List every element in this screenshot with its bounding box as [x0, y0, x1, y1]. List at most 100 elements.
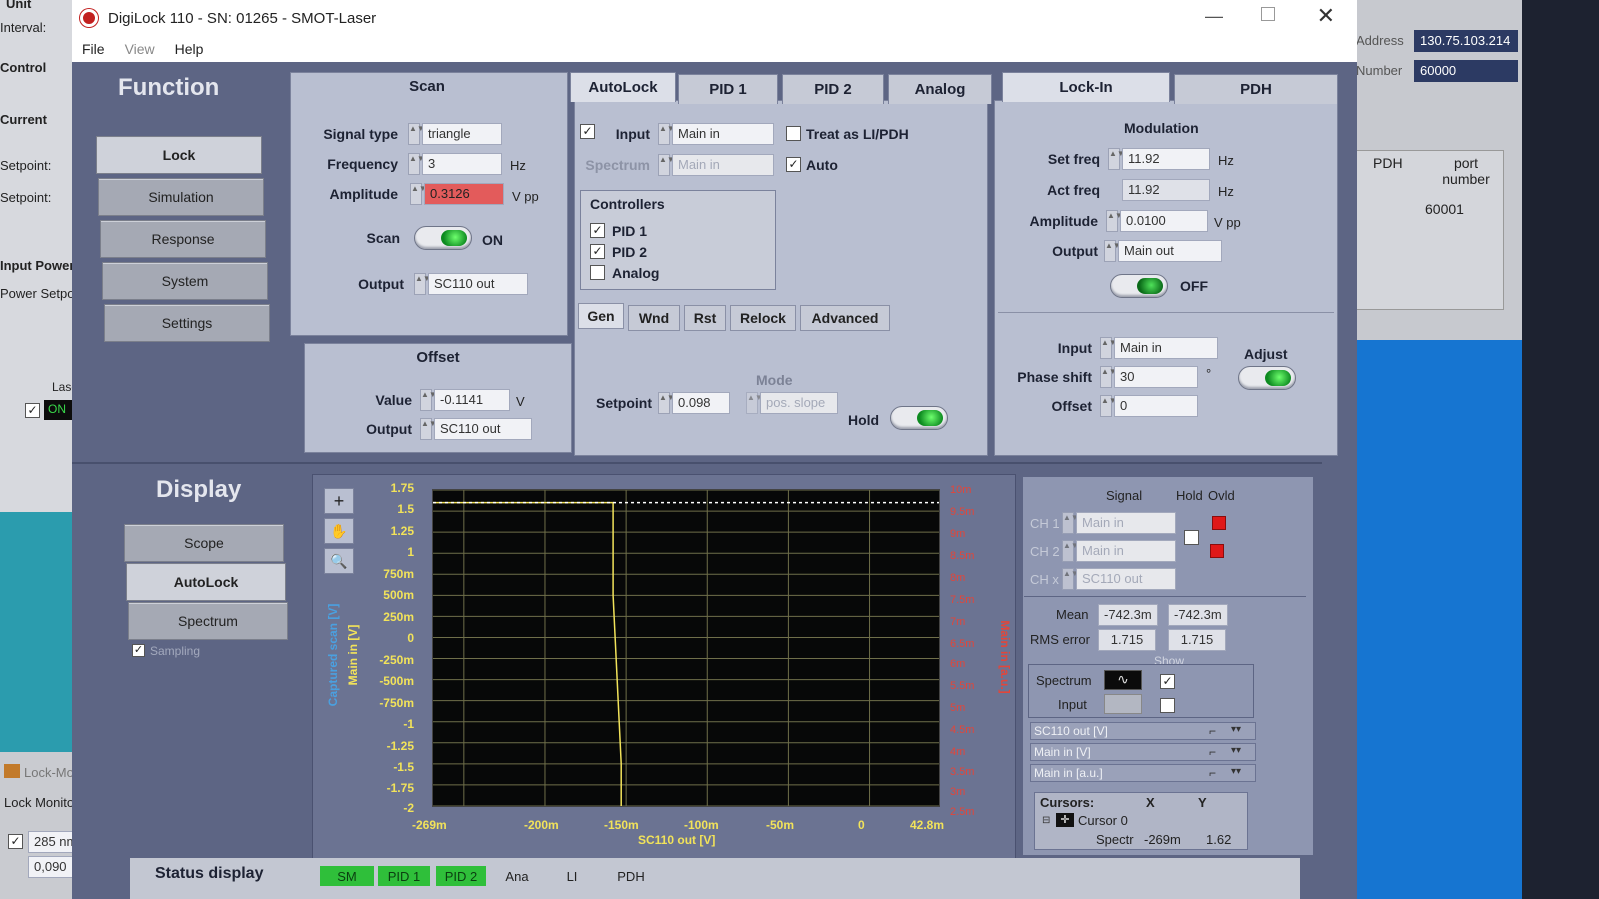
function-system-button[interactable]: System [102, 262, 268, 300]
adjust-toggle[interactable] [1238, 366, 1296, 390]
scan-toggle[interactable] [414, 226, 472, 250]
set-freq-field[interactable]: 11.92 [1122, 148, 1210, 170]
sampling-checkbox[interactable]: ✓ [132, 644, 145, 657]
display-spectrum-button[interactable]: Spectrum [128, 602, 288, 640]
treat-as-li-pdh-checkbox[interactable] [786, 126, 801, 141]
spectrum-spinner[interactable]: ▲▼ [658, 154, 675, 176]
subtab-gen[interactable]: Gen [578, 303, 624, 329]
tab-lock-in[interactable]: Lock-In [1002, 72, 1170, 102]
function-simulation-button[interactable]: Simulation [98, 178, 264, 216]
subtab-relock[interactable]: Relock [730, 305, 796, 331]
setpoint-field[interactable]: 0.098 [672, 392, 730, 414]
set-freq-spinner[interactable]: ▲▼ [1108, 148, 1125, 170]
menu-view[interactable]: View [125, 41, 155, 57]
phase-shift-field[interactable]: 30 [1114, 366, 1198, 388]
trace-row[interactable]: SC110 out [V] ⌐ ▾▾ [1030, 722, 1256, 740]
phase-shift-label: Phase shift [1017, 369, 1092, 385]
setpoint-spinner[interactable]: ▲▼ [658, 392, 675, 414]
signal-type-spinner[interactable]: ▲▼ [408, 123, 425, 145]
spectrum-plot-icon: ∿ [1104, 670, 1142, 690]
status-pid-1: PID 1 [378, 866, 430, 886]
x-tick-label: -100m [684, 818, 719, 832]
frequency-field[interactable]: 3 [422, 153, 502, 175]
zoom-magnifier-tool[interactable]: 🔍 [324, 548, 354, 574]
bg-number-field[interactable]: 60000 [1414, 60, 1518, 82]
tab-pid-1[interactable]: PID 1 [678, 74, 778, 104]
amplitude-field[interactable]: 0.3126 [424, 183, 504, 205]
lockin-amplitude-spinner[interactable]: ▲▼ [1106, 210, 1123, 232]
lockin-input-spinner[interactable]: ▲▼ [1100, 337, 1117, 359]
mode-field[interactable]: pos. slope [760, 392, 838, 414]
offset-value-field[interactable]: -0.1141 [434, 389, 510, 411]
lockin-offset-spinner[interactable]: ▲▼ [1100, 395, 1117, 417]
amplitude-label: Amplitude [329, 186, 398, 202]
frequency-spinner[interactable]: ▲▼ [408, 153, 425, 175]
channel-1-spinner[interactable]: ▲▼ [1062, 512, 1079, 534]
mean-value-2: -742.3m [1168, 604, 1228, 626]
channel-1-field[interactable]: Main in [1076, 512, 1176, 534]
function-response-button[interactable]: Response [100, 220, 266, 258]
display-scope-button[interactable]: Scope [124, 524, 284, 562]
function-settings-button[interactable]: Settings [104, 304, 270, 342]
hold-toggle[interactable] [890, 406, 948, 430]
signal-type-field[interactable]: triangle [422, 123, 502, 145]
right-tick-label: 6m [950, 658, 966, 670]
lockin-input-field[interactable]: Main in [1114, 337, 1218, 359]
controller-analog-checkbox[interactable] [590, 265, 605, 280]
display-autolock-button[interactable]: AutoLock [126, 563, 286, 601]
subtab-advanced[interactable]: Advanced [800, 305, 890, 331]
offset-value-spinner[interactable]: ▲▼ [420, 389, 437, 411]
cursor-name[interactable]: Cursor 0 [1078, 813, 1128, 828]
offset-output-field[interactable]: SC110 out [434, 418, 532, 440]
function-lock-button[interactable]: Lock [96, 136, 262, 174]
subtab-rst[interactable]: Rst [684, 305, 726, 331]
bg-monitor-checkbox[interactable]: ✓ [8, 834, 23, 849]
scan-output-field[interactable]: SC110 out [428, 273, 528, 295]
minimize-button[interactable]: — [1205, 6, 1223, 27]
autolock-input-field[interactable]: Main in [672, 123, 774, 145]
menu-help[interactable]: Help [175, 41, 204, 57]
input-show-checkbox[interactable] [1160, 698, 1175, 713]
offset-output-spinner[interactable]: ▲▼ [420, 418, 437, 440]
amplitude-spinner[interactable]: ▲▼ [410, 183, 427, 205]
close-button[interactable]: ✕ [1317, 3, 1335, 29]
channel-x-field[interactable]: SC110 out [1076, 568, 1176, 590]
pan-hand-tool[interactable]: ✋ [324, 518, 354, 544]
lockin-amplitude-field[interactable]: 0.0100 [1120, 210, 1208, 232]
lockin-offset-label: Offset [1051, 398, 1092, 414]
auto-checkbox[interactable]: ✓ [786, 157, 801, 172]
lockin-output-spinner[interactable]: ▲▼ [1104, 240, 1121, 262]
trace-row[interactable]: Main in [a.u.] ⌐ ▾▾ [1030, 764, 1256, 782]
modulation-toggle[interactable] [1110, 274, 1168, 298]
zoom-plus-tool[interactable]: + [324, 488, 354, 514]
bg-laser-checkbox[interactable]: ✓ [25, 403, 40, 418]
subtab-wnd[interactable]: Wnd [628, 305, 680, 331]
lockin-output-field[interactable]: Main out [1118, 240, 1222, 262]
channel-2-spinner[interactable]: ▲▼ [1062, 540, 1079, 562]
tab-analog[interactable]: Analog [888, 74, 992, 104]
mode-spinner[interactable]: ▲▼ [746, 392, 763, 414]
bg-address-field[interactable]: 130.75.103.214 [1414, 30, 1518, 52]
lockin-offset-field[interactable]: 0 [1114, 395, 1198, 417]
tab-pdh[interactable]: PDH [1174, 74, 1338, 104]
tab-pid-2[interactable]: PID 2 [782, 74, 884, 104]
hold-checkbox[interactable] [1184, 530, 1199, 545]
tab-autolock[interactable]: AutoLock [570, 72, 676, 102]
input-enable-checkbox[interactable]: ✓ [580, 124, 595, 139]
spectrum-show-checkbox[interactable]: ✓ [1160, 674, 1175, 689]
scan-output-spinner[interactable]: ▲▼ [414, 273, 431, 295]
display-heading: Display [156, 476, 242, 503]
cursor-expand-icon[interactable]: ⊟ [1042, 815, 1050, 826]
trace-row[interactable]: Main in [V] ⌐ ▾▾ [1030, 743, 1256, 761]
scope-plot[interactable] [432, 489, 940, 807]
menu-file[interactable]: File [82, 41, 105, 57]
controller-pid2-checkbox[interactable]: ✓ [590, 244, 605, 259]
controller-pid1-checkbox[interactable]: ✓ [590, 223, 605, 238]
maximize-button[interactable] [1261, 7, 1275, 21]
phase-shift-spinner[interactable]: ▲▼ [1100, 366, 1117, 388]
channel-x-spinner[interactable]: ▲▼ [1062, 568, 1079, 590]
spectrum-field[interactable]: Main in [672, 154, 774, 176]
right-tick-label: 2.5m [950, 806, 975, 818]
channel-2-field[interactable]: Main in [1076, 540, 1176, 562]
autolock-input-spinner[interactable]: ▲▼ [658, 123, 675, 145]
